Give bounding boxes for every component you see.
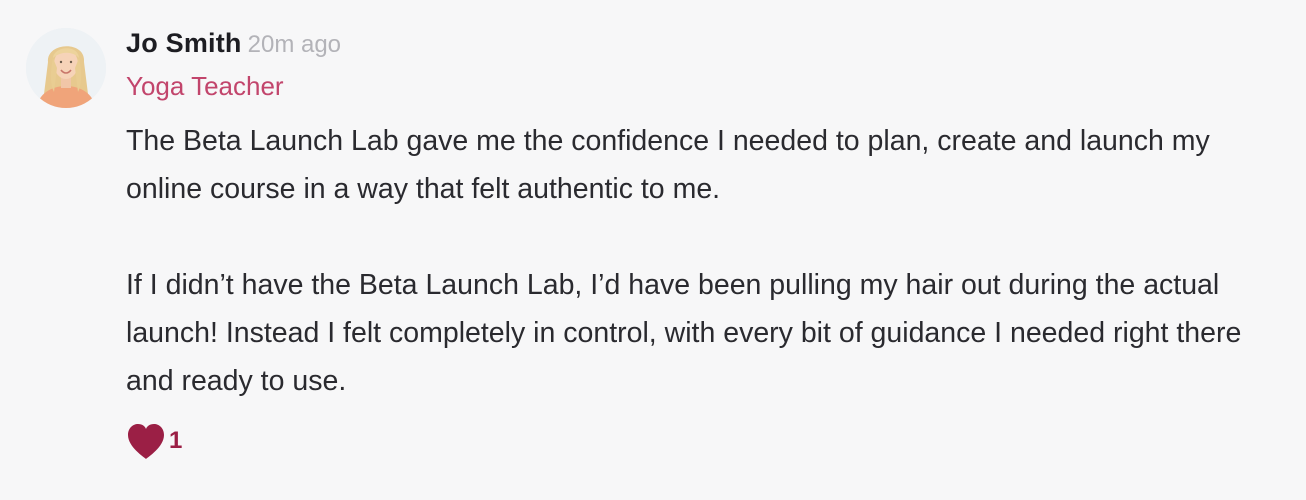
comment-paragraph: If I didn’t have the Beta Launch Lab, I’… xyxy=(126,269,1242,397)
avatar-photo xyxy=(26,28,106,108)
comment-header: Jo Smith 20m ago xyxy=(126,28,341,59)
heart-icon xyxy=(128,424,164,459)
comment-paragraph: The Beta Launch Lab gave me the confiden… xyxy=(126,125,1210,205)
comment-card: Jo Smith 20m ago Yoga Teacher The Beta La… xyxy=(0,0,1306,500)
timestamp: 20m ago xyxy=(247,31,342,58)
author-name[interactable]: Jo Smith xyxy=(126,28,242,58)
like-button[interactable]: 1 xyxy=(126,423,182,461)
comment-body: The Beta Launch Lab gave me the confiden… xyxy=(126,117,1286,405)
avatar[interactable] xyxy=(26,28,106,108)
like-count: 1 xyxy=(169,427,183,454)
author-role: Yoga Teacher xyxy=(126,71,284,101)
